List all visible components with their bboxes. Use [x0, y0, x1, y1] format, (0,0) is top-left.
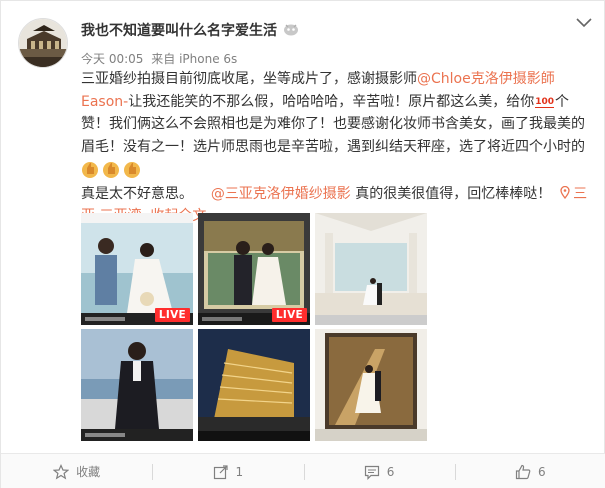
post-time[interactable]: 今天 00:05	[81, 52, 143, 66]
comment-icon	[364, 465, 379, 480]
username[interactable]: 我也不知道要叫什么名字爱生活	[81, 20, 277, 40]
post-action-bar: 收藏 1 6 6	[1, 453, 605, 488]
user-avatar[interactable]	[18, 18, 68, 68]
post-text: 真的很美很值得，回忆棒棒哒！	[355, 185, 552, 202]
hundred-emoji: 100	[535, 96, 555, 108]
photo-thumbnail[interactable]	[198, 329, 310, 441]
live-photo-badge: LIVE	[154, 308, 190, 322]
photo-thumbnail[interactable]: LIVE	[81, 213, 193, 325]
thumbs-up-icon	[103, 162, 119, 178]
photo-thumbnail[interactable]	[81, 329, 193, 441]
thumbs-up-icon	[82, 162, 98, 178]
share-icon	[213, 464, 228, 479]
wedding-chapel-photo-icon	[315, 213, 427, 325]
live-photo-badge: LIVE	[271, 308, 307, 322]
favorite-label: 收藏	[76, 465, 101, 479]
post-source[interactable]: iPhone 6s	[179, 52, 237, 66]
comment-count: 6	[386, 464, 395, 479]
photo-thumbnail[interactable]	[315, 213, 427, 325]
comment-button[interactable]: 6	[303, 454, 455, 488]
groom-portrait-photo-icon	[81, 329, 193, 441]
like-button[interactable]: 6	[454, 454, 605, 488]
post-meta: 今天 00:05 来自 iPhone 6s	[81, 50, 241, 67]
post-text: 让我还能笑的不那么假，哈哈哈哈，辛苦啦！原片都这么美，给你	[128, 93, 535, 110]
thumbs-up-icon	[124, 162, 140, 178]
thumbs-up-outline-icon	[515, 464, 531, 479]
member-badge-icon[interactable]	[283, 22, 299, 36]
wedding-stairs-photo-icon	[315, 329, 427, 441]
ornate-building-avatar-icon	[19, 19, 67, 67]
repost-count: 1	[235, 464, 244, 479]
post-body: 三亚婚纱拍摄目前彻底收尾，坐等成片了，感谢摄影师@Chloe克洛伊摄影師Easo…	[81, 68, 596, 228]
favorite-button[interactable]: 收藏	[1, 454, 152, 488]
weibo-post-card: 我也不知道要叫什么名字爱生活 今天 00:05 来自 iPhone 6s 三亚婚…	[0, 0, 605, 488]
post-text: 真是太不好意思。	[81, 185, 193, 202]
like-count: 6	[538, 464, 546, 479]
post-text: 三亚婚纱拍摄目前彻底收尾，坐等成片了，感谢摄影师	[81, 71, 417, 87]
photo-thumbnail[interactable]	[315, 329, 427, 441]
photo-thumbnail[interactable]: LIVE	[198, 213, 310, 325]
source-prefix: 来自	[151, 52, 176, 66]
star-icon	[53, 463, 70, 480]
map-pin-icon	[560, 185, 570, 199]
mention-link-studio[interactable]: @三亚克洛伊婚纱摄影	[211, 186, 351, 202]
chevron-down-icon[interactable]	[575, 15, 593, 29]
repost-button[interactable]: 1	[152, 454, 303, 488]
night-building-photo-icon	[198, 329, 310, 441]
